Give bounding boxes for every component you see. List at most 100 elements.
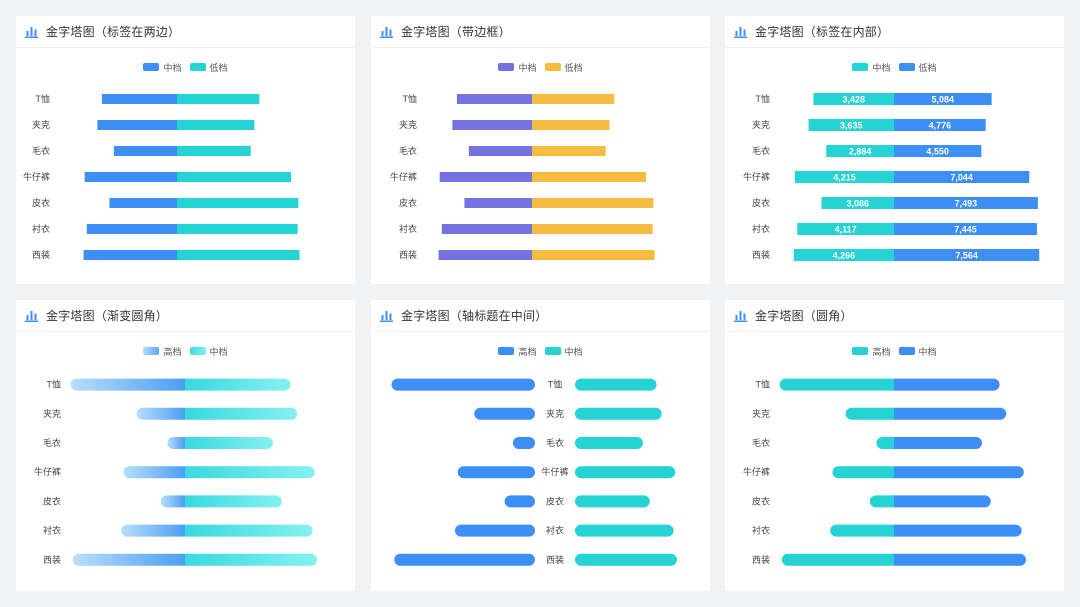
bar-series-1[interactable] [439, 172, 532, 182]
bar-series-2[interactable] [574, 407, 662, 420]
data-label: 4,117 [835, 225, 857, 235]
data-label: 7,044 [950, 173, 973, 183]
category-label: 毛衣 [399, 145, 417, 156]
bar-series-1[interactable] [464, 198, 532, 208]
bar-series-2[interactable] [894, 407, 1007, 420]
bar-series-2[interactable] [894, 466, 1024, 479]
bar-series-2[interactable] [894, 436, 982, 449]
category-label: 西装 [32, 249, 50, 260]
bar-series-2[interactable] [177, 146, 251, 156]
bar-series-2[interactable] [177, 94, 260, 104]
bar-series-1[interactable] [456, 94, 532, 104]
bar-series-1[interactable] [86, 224, 177, 234]
bar-series-2[interactable] [177, 198, 299, 208]
bar-series-2[interactable] [894, 495, 991, 508]
bar-series-2[interactable] [185, 466, 315, 479]
bar-series-2[interactable] [532, 224, 653, 234]
bar-series-2[interactable] [185, 524, 313, 537]
category-label: 衬衣 [546, 525, 564, 536]
bar-series-2[interactable] [185, 407, 298, 420]
bar-series-1[interactable] [781, 553, 894, 566]
category-label: 皮衣 [43, 495, 61, 506]
dashboard-grid: 金字塔图（标签在两边） 中档 低档 T恤 夹克 毛衣 牛仔裤 皮衣 衬衣 西装 金字塔图（带… [0, 0, 1080, 607]
bar-series-2[interactable] [532, 198, 654, 208]
bar-series-1[interactable] [504, 495, 536, 508]
pyramid-plot: T恤夹克毛衣牛仔裤皮衣衬衣西装 [391, 378, 677, 566]
chart-card-rounded: 金字塔图（圆角） 高档 中档 T恤 夹克 毛衣 牛仔裤 皮衣 衬衣 西装 [725, 300, 1064, 591]
bar-series-2[interactable] [185, 495, 282, 508]
bar-series-1[interactable] [830, 524, 894, 537]
bar-series-2[interactable] [574, 378, 657, 391]
category-label: 夹克 [546, 408, 564, 419]
bar-series-1[interactable] [779, 378, 894, 391]
bar-series-1[interactable] [123, 466, 186, 479]
bar-series-1[interactable] [113, 146, 177, 156]
category-label: 皮衣 [752, 197, 770, 208]
bar-series-1[interactable] [832, 466, 894, 479]
category-label: T恤 [36, 93, 51, 104]
bar-series-1[interactable] [876, 436, 894, 449]
bar-series-2[interactable] [575, 553, 677, 566]
category-label: 牛仔裤 [23, 171, 50, 182]
bar-series-2[interactable] [185, 553, 317, 566]
bar-series-1[interactable] [454, 524, 536, 537]
bar-series-1[interactable] [394, 553, 535, 566]
data-label: 4,776 [929, 121, 952, 131]
bar-series-2[interactable] [574, 436, 643, 449]
category-label: 夹克 [32, 119, 50, 130]
bar-series-1[interactable] [457, 466, 536, 479]
bar-series-2[interactable] [177, 250, 300, 260]
bar-series-2[interactable] [177, 120, 255, 130]
data-label: 2,884 [849, 147, 872, 157]
bar-series-1[interactable] [160, 495, 186, 508]
bar-series-1[interactable] [438, 250, 532, 260]
bar-series-1[interactable] [512, 436, 536, 449]
category-label: 衬衣 [752, 525, 770, 536]
bar-series-2[interactable] [532, 120, 610, 130]
bar-series-1[interactable] [452, 120, 532, 130]
bar-series-1[interactable] [391, 378, 536, 391]
bar-series-2[interactable] [177, 172, 292, 182]
category-label: 牛仔裤 [34, 466, 61, 477]
bar-series-2[interactable] [532, 250, 655, 260]
category-label: 衬衣 [32, 223, 50, 234]
pyramid-plot: T恤夹克毛衣牛仔裤皮衣衬衣西装 [390, 93, 655, 260]
bar-series-2[interactable] [574, 524, 674, 537]
bar-series-1[interactable] [101, 94, 177, 104]
data-label: 7,564 [955, 251, 978, 261]
bar-series-1[interactable] [83, 250, 177, 260]
bar-series-2[interactable] [894, 378, 1000, 391]
bar-series-1[interactable] [121, 524, 186, 537]
category-label: 西装 [399, 249, 417, 260]
bar-series-1[interactable] [70, 378, 186, 391]
bar-series-2[interactable] [894, 553, 1026, 566]
category-label: T恤 [548, 379, 562, 390]
bar-series-1[interactable] [109, 198, 177, 208]
category-label: 牛仔裤 [390, 171, 417, 182]
bar-series-1[interactable] [474, 407, 536, 420]
bar-series-1[interactable] [441, 224, 532, 234]
bar-series-1[interactable] [72, 553, 186, 566]
bar-series-2[interactable] [574, 495, 650, 508]
bar-series-1[interactable] [845, 407, 894, 420]
bar-series-1[interactable] [869, 495, 894, 508]
data-label: 5,084 [932, 95, 955, 105]
bar-series-2[interactable] [177, 224, 298, 234]
bar-series-2[interactable] [574, 466, 676, 479]
bar-series-2[interactable] [532, 146, 606, 156]
category-label: 西装 [752, 249, 770, 260]
bar-series-2[interactable] [894, 524, 1022, 537]
bar-series-2[interactable] [185, 436, 273, 449]
category-label: 牛仔裤 [743, 171, 770, 182]
bar-series-2[interactable] [532, 172, 647, 182]
bar-series-2[interactable] [532, 94, 615, 104]
bar-series-1[interactable] [97, 120, 177, 130]
data-label: 7,493 [955, 199, 978, 209]
bar-series-1[interactable] [84, 172, 177, 182]
bar-series-1[interactable] [468, 146, 532, 156]
bar-series-2[interactable] [185, 378, 291, 391]
bar-series-1[interactable] [167, 436, 186, 449]
bar-series-1[interactable] [136, 407, 186, 420]
pyramid-plot: T恤夹克毛衣牛仔裤皮衣衬衣西装 [23, 93, 300, 260]
data-label: 3,428 [842, 95, 865, 105]
